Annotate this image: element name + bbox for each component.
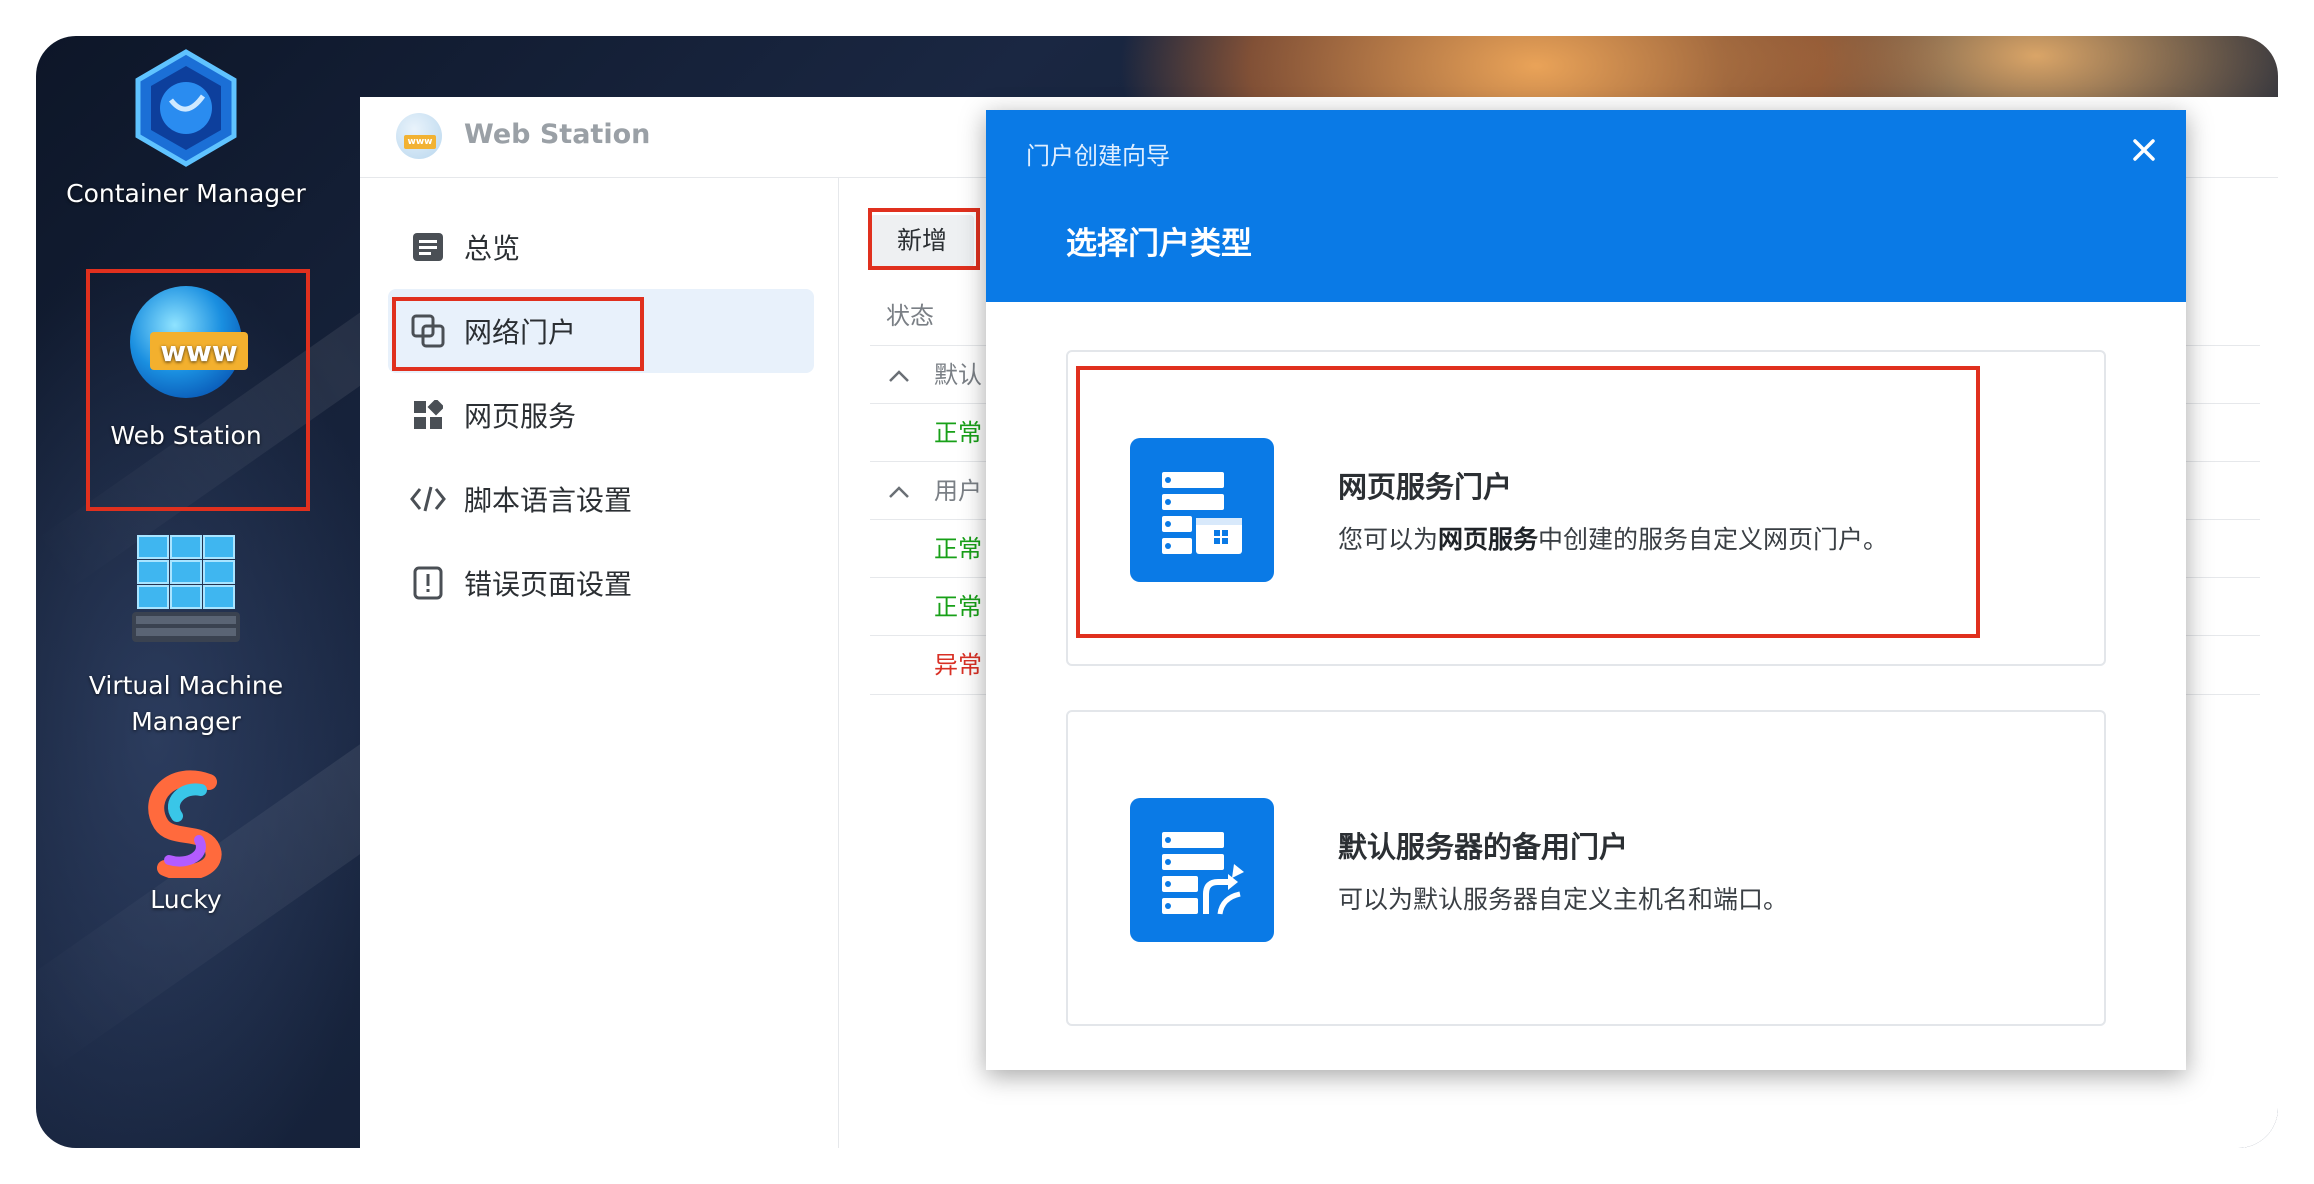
sidebar-item-overview[interactable]: 总览 <box>388 205 814 289</box>
add-button[interactable]: 新增 <box>870 215 974 267</box>
sidebar-item-label: 脚本语言设置 <box>464 484 633 517</box>
error-page-icon <box>410 565 446 601</box>
desktop-icon-web-station[interactable]: www Web Station <box>36 284 336 454</box>
sidebar-item-label: 错误页面设置 <box>464 568 633 601</box>
status-text: 正常 <box>934 535 982 563</box>
desktop-icon-lucky[interactable]: Lucky <box>36 768 336 918</box>
sidebar-item-script-language[interactable]: 脚本语言设置 <box>388 457 814 541</box>
sidebar-item-label: 总览 <box>464 232 521 265</box>
group-label: 用户 <box>934 477 982 505</box>
desktop-icon-virtual-machine-manager[interactable]: Virtual Machine Manager <box>36 532 336 740</box>
sidebar-item-label: 网页服务 <box>464 400 577 433</box>
status-text: 异常 <box>934 651 982 679</box>
chevron-up-icon <box>888 346 910 404</box>
status-text: 正常 <box>934 593 982 621</box>
svg-text:www: www <box>160 335 238 368</box>
virtual-machine-manager-icon <box>122 532 250 648</box>
desktop-icon-label: Web Station <box>110 421 262 450</box>
close-icon[interactable] <box>2124 130 2164 170</box>
lucky-icon <box>131 768 241 881</box>
chevron-up-icon <box>888 462 910 520</box>
desktop-icon-container-manager[interactable]: Container Manager <box>36 48 336 212</box>
option-web-service-portal[interactable]: 网页服务门户 您可以为网页服务中创建的服务自定义网页门户。 <box>1066 350 2106 666</box>
option-title: 默认服务器的备用门户 <box>1338 830 1629 864</box>
sidebar-item-web-service[interactable]: 网页服务 <box>388 373 814 457</box>
desktop-icon-label: Virtual Machine <box>88 671 284 700</box>
container-manager-icon <box>131 48 241 168</box>
column-status: 状态 <box>886 302 934 330</box>
portal-icon <box>410 313 446 349</box>
sidebar-item-web-portal[interactable]: 网络门户 <box>388 289 814 373</box>
sidebar: 总览 网络门户 网页服务 脚本语言设置 错误页面设置 <box>360 177 839 1148</box>
screenshot: Container Manager www Web Station Virtua… <box>0 0 2314 1184</box>
code-icon <box>410 481 446 517</box>
sidebar-item-label: 网络门户 <box>464 316 577 349</box>
web-station-icon: www <box>124 284 248 404</box>
option-description: 可以为默认服务器自定义主机名和端口。 <box>1338 885 1789 914</box>
dialog-title: 门户创建向导 <box>1026 142 1170 170</box>
option-description: 您可以为网页服务中创建的服务自定义网页门户。 <box>1338 525 1889 554</box>
option-title: 网页服务门户 <box>1338 470 1513 504</box>
overview-icon <box>410 229 446 265</box>
web-station-logo-icon: www <box>396 113 442 159</box>
backup-portal-icon <box>1130 798 1274 942</box>
sidebar-item-error-page[interactable]: 错误页面设置 <box>388 541 814 625</box>
desktop-icon-label: Container Manager <box>66 179 306 208</box>
dialog-subtitle: 选择门户类型 <box>1066 226 1252 262</box>
dialog-header: 门户创建向导 选择门户类型 <box>986 110 2186 302</box>
status-text: 正常 <box>934 419 982 447</box>
desktop-icon-label: Lucky <box>150 885 222 914</box>
group-label: 默认 <box>934 361 982 389</box>
window-title: Web Station <box>464 119 651 150</box>
option-default-server-backup-portal[interactable]: 默认服务器的备用门户 可以为默认服务器自定义主机名和端口。 <box>1066 710 2106 1026</box>
desktop: Container Manager www Web Station Virtua… <box>36 36 2278 1148</box>
web-service-portal-icon <box>1130 438 1274 582</box>
portal-wizard-dialog: 门户创建向导 选择门户类型 网页服务门户 您可以为网页服务中创建的服务自定义网页… <box>986 110 2186 1070</box>
web-service-icon <box>410 397 446 433</box>
desktop-icon-label: Manager <box>131 707 241 736</box>
